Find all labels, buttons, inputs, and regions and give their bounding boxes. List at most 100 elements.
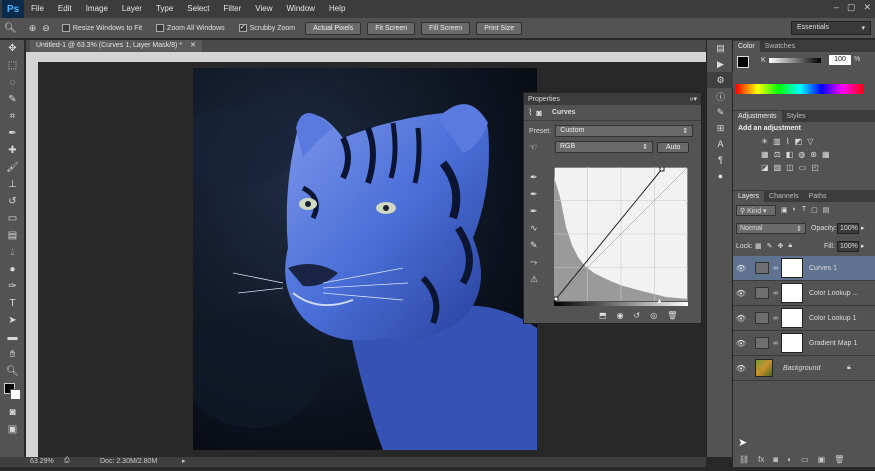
color-spectrum[interactable] [736,84,864,94]
minimize-button[interactable]: – [834,2,839,13]
color-balance-icon[interactable]: ⚖ [774,150,781,159]
eye-icon[interactable]: 👁︎ [733,289,749,298]
lock-all-icon[interactable]: 🔒︎ [788,242,792,250]
workspace-select[interactable]: Essentials ▾ [791,21,871,35]
vibrance-icon[interactable]: ▽ [807,137,813,146]
document-tab[interactable]: Untitled-1 @ 63.3% (Curves 1, Layer Mask… [30,40,202,52]
new-adjustment-icon[interactable]: ◐ [787,455,792,464]
pencil-icon[interactable]: ✎ [530,237,544,254]
resize-windows-checkbox[interactable]: Resize Windows to Fit [61,24,142,32]
opacity-field[interactable]: 100% [837,223,859,234]
menu-view[interactable]: View [248,0,279,18]
layer-mask-thumbnail[interactable] [781,283,803,303]
fx-icon[interactable]: fx [758,455,764,464]
layer-row-color-lookup-1[interactable]: 👁︎ ∞ Color Lookup 1 [733,306,875,331]
levels-icon[interactable]: ▥ [773,137,781,146]
brush-tool-icon[interactable]: 🖌︎ [0,159,25,176]
crop-tool-icon[interactable]: ⌗ [0,108,25,125]
channel-select[interactable]: RGB ⇕ [555,141,653,153]
color-swatches[interactable] [0,380,24,404]
clip-to-layer-icon[interactable]: ⬒ [599,311,607,320]
hue-sat-icon[interactable]: ▦ [761,150,769,159]
fit-screen-button[interactable]: Fit Screen [367,21,416,35]
tab-paths[interactable]: Paths [804,191,832,202]
view-previous-icon[interactable]: ◉ [617,311,624,320]
zoom-in-icon[interactable]: ⊕ [29,23,37,34]
smooth-icon[interactable]: ⤳ [530,254,544,271]
curves-adj-icon[interactable]: ⌇ [786,137,790,146]
fill-screen-button[interactable]: Fill Screen [421,21,471,35]
canvas-image[interactable] [193,68,537,450]
actions-panel-icon[interactable]: ▶ [707,56,734,72]
eyedropper-white-icon[interactable]: ✒ [530,203,544,220]
filter-type-icon[interactable]: T [802,206,806,214]
close-tab-icon[interactable]: ✕ [190,42,196,49]
zoom-level[interactable]: 63.29% [30,458,54,465]
mask-icon[interactable]: ◙ [536,108,541,118]
k-value-field[interactable]: 100 [829,55,851,65]
layer-row-curves[interactable]: 👁︎ ∞ Curves 1 [733,256,875,281]
history-panel-icon[interactable]: ▤ [707,40,734,56]
path-select-tool-icon[interactable]: ➤ [0,312,25,329]
shape-tool-icon[interactable]: ▬ [0,329,25,346]
posterize-icon[interactable]: ▨ [774,163,782,172]
preset-select[interactable]: Custom ⇕ [555,125,694,137]
info-panel-icon[interactable]: ⓘ [707,88,734,104]
screen-mode-icon[interactable]: ▣ [0,421,25,438]
tab-adjustments[interactable]: Adjustments [733,111,782,122]
quick-select-tool-icon[interactable]: ✎ [0,91,25,108]
k-slider[interactable] [769,58,821,63]
zoom-tool-side-icon[interactable]: 🔍︎ [0,363,25,380]
tab-color[interactable]: Color [733,41,760,52]
maximize-button[interactable]: ▢ [847,2,856,13]
tab-layers[interactable]: Layers [733,191,765,202]
reset-icon[interactable]: ↺ [634,311,641,320]
menu-file[interactable]: File [24,0,51,18]
print-size-button[interactable]: Print Size [476,21,523,35]
filter-shape-icon[interactable]: ▢ [811,206,818,214]
layer-filter-select[interactable]: ⚲ Kind ▾ [736,205,776,216]
scrubby-zoom-checkbox[interactable]: ✓ Scrubby Zoom [238,24,295,32]
lock-move-icon[interactable]: ✥ [778,242,784,250]
panel-menu-icon[interactable]: »▾ [690,95,697,103]
type-tool-icon[interactable]: T [0,295,25,312]
eye-icon[interactable]: 👁︎ [733,364,749,373]
channel-mixer-icon[interactable]: ⊛ [810,150,817,159]
new-layer-icon[interactable]: ▣ [818,455,826,464]
eyedropper-black-icon[interactable]: ✒ [530,169,544,186]
curve-points-icon[interactable]: ∿ [530,220,544,237]
black-point-slider[interactable]: ▲ [552,299,558,305]
zoom-all-checkbox[interactable]: Zoom All Windows [156,24,225,32]
color-fg-icon[interactable] [737,56,749,68]
brightness-icon[interactable]: ☀ [761,137,768,146]
curves-icon[interactable]: ⌇ [528,107,532,118]
tab-styles[interactable]: Styles [782,111,811,122]
layer-row-gradient-map[interactable]: 👁︎ ∞ Gradient Map 1 [733,331,875,356]
link-layers-icon[interactable]: ⛓ [739,455,749,464]
quick-mask-icon[interactable]: ◙ [0,404,25,421]
photo-filter-icon[interactable]: ◍ [798,150,805,159]
lock-transparent-icon[interactable]: ▦ [755,242,762,250]
opacity-dropdown-icon[interactable]: ▸ [861,224,865,232]
layer-row-color-lookup-2[interactable]: 👁︎ ∞ Color Lookup ... [733,281,875,306]
delete-layer-icon[interactable]: 🗑︎ [834,455,844,464]
auto-button[interactable]: Auto [657,141,690,153]
share-icon[interactable]: ⎙ [64,457,70,465]
history-brush-icon[interactable]: ↺ [0,193,25,210]
paragraph-panel-icon[interactable]: ¶ [707,152,734,168]
pen-tool-icon[interactable]: ✑ [0,278,25,295]
menu-image[interactable]: Image [79,0,115,18]
threshold-icon[interactable]: ◫ [786,163,794,172]
lock-paint-icon[interactable]: ✎ [767,242,773,250]
hand-tool-icon[interactable]: ✋︎ [0,346,25,363]
eye-icon[interactable]: 👁︎ [733,314,749,323]
zoom-out-icon[interactable]: ⊖ [42,23,50,34]
eye-icon[interactable]: 👁︎ [733,264,749,273]
brush-panel-icon[interactable]: ✎ [707,104,734,120]
tab-swatches[interactable]: Swatches [760,41,800,52]
add-mask-icon[interactable]: ◙ [773,455,778,464]
properties-panel-icon[interactable]: ⚙ [707,72,734,88]
menu-edit[interactable]: Edit [51,0,79,18]
layer-row-background[interactable]: 👁︎ Background 🔒︎ [733,356,875,381]
blur-tool-icon[interactable]: 💧︎ [0,244,25,261]
